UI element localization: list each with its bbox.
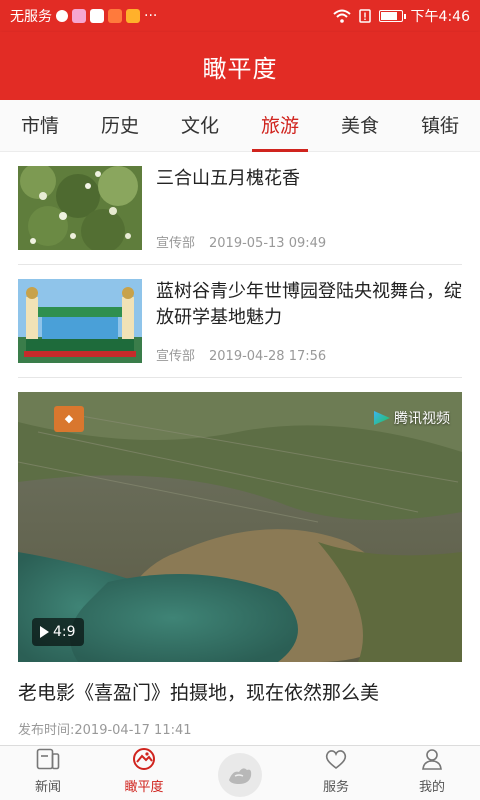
- nav-label: 我的: [418, 780, 445, 795]
- sim-alert-icon: [358, 9, 371, 23]
- heart-icon: [323, 746, 349, 772]
- video-title: 老电影《喜盈门》拍摄地，现在依然那么美: [18, 682, 380, 704]
- video-meta: 发布时间:2019-04-17 11:41: [18, 723, 192, 738]
- news-meta: 宣传部 2019-05-13 09:49: [156, 232, 326, 251]
- news-source: 宣传部: [156, 236, 196, 251]
- news-date: 2019-04-28 17:56: [209, 349, 327, 364]
- nav-center[interactable]: [192, 746, 288, 800]
- nav-label: 新闻: [34, 780, 61, 795]
- app-header: 瞰平度: [0, 32, 480, 100]
- news-meta: 宣传部 2019-04-28 17:56: [156, 345, 326, 364]
- more-notifications: ···: [144, 8, 158, 24]
- list-item[interactable]: 蓝树谷青少年世博园登陆央视舞台，绽放研学基地魅力 宣传部 2019-04-28 1…: [18, 265, 462, 378]
- nav-news[interactable]: 新闻: [0, 746, 96, 800]
- app-notify-icon-2: [90, 9, 104, 23]
- nav-label: 瞰平度: [124, 780, 164, 795]
- news-icon: [35, 746, 61, 772]
- weibo-icon: [126, 9, 140, 23]
- duration-text: 4:9: [53, 624, 76, 640]
- bottom-nav: 新闻 瞰平度 服务 我的: [0, 745, 480, 800]
- category-tabs: 市情 历史 文化 旅游 美食 镇街: [0, 100, 480, 152]
- video-duration[interactable]: 4:9: [32, 618, 84, 646]
- status-bar: 无服务 ··· 下午4:46: [0, 0, 480, 32]
- nav-service[interactable]: 服务: [288, 746, 384, 800]
- news-date: 2019-05-13 09:49: [209, 236, 327, 251]
- news-list: 三合山五月槐花香 宣传部 2019-05-13 09:49 蓝树谷青少年世博园登陆…: [0, 152, 480, 378]
- center-hand-icon: [218, 753, 262, 797]
- list-item[interactable]: 三合山五月槐花香 宣传部 2019-05-13 09:49: [18, 152, 462, 265]
- tencent-video-badge: 腾讯视频: [374, 408, 450, 428]
- clock: 下午4:46: [410, 9, 470, 25]
- tab-wenhua[interactable]: 文化: [160, 100, 240, 152]
- tencent-video-icon: [374, 411, 390, 425]
- tab-meishi[interactable]: 美食: [320, 100, 400, 152]
- nav-mine[interactable]: 我的: [384, 746, 480, 800]
- news-title: 三合山五月槐花香: [156, 168, 300, 189]
- news-thumbnail: [18, 279, 142, 363]
- app-notify-icon: [72, 9, 86, 23]
- page-title: 瞰平度: [202, 54, 278, 83]
- news-source: 宣传部: [156, 349, 196, 364]
- video-card[interactable]: ◆ 腾讯视频 4:9 老电影《喜盈门》拍摄地，现在依然那么美 发布时间:2019…: [18, 392, 462, 738]
- carrier-text: 无服务: [10, 9, 52, 25]
- news-thumbnail: [18, 166, 142, 250]
- user-icon: [419, 746, 445, 772]
- pingdu-icon: [131, 746, 157, 772]
- nav-pingdu[interactable]: 瞰平度: [96, 746, 192, 800]
- app-notify-icon-3: [108, 9, 122, 23]
- tab-shiqing[interactable]: 市情: [0, 100, 80, 152]
- alert-icon: [56, 10, 68, 22]
- tab-zhenjie[interactable]: 镇街: [400, 100, 480, 152]
- channel-logo: ◆: [54, 406, 84, 432]
- video-badge-text: 腾讯视频: [394, 411, 450, 427]
- news-title: 蓝树谷青少年世博园登陆央视舞台，绽放研学基地魅力: [156, 281, 462, 328]
- video-player[interactable]: ◆ 腾讯视频 4:9: [18, 392, 462, 662]
- tab-lvyou[interactable]: 旅游: [240, 100, 320, 152]
- wifi-icon: [332, 9, 351, 23]
- play-icon: [40, 626, 49, 638]
- battery-icon: [378, 10, 406, 22]
- tab-lishi[interactable]: 历史: [80, 100, 160, 152]
- nav-label: 服务: [322, 780, 349, 795]
